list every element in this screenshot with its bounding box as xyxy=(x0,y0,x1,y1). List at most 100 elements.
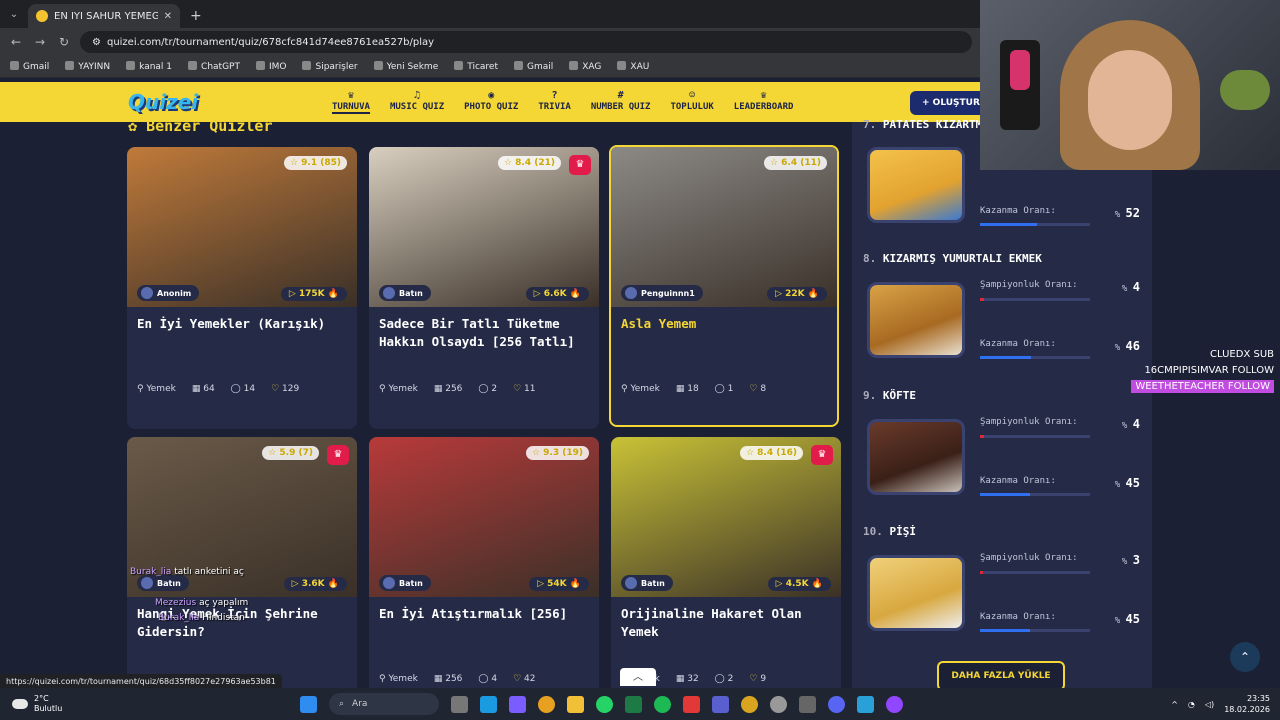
bookmark-item[interactable]: XAU xyxy=(617,61,649,72)
chrome-alt-icon[interactable] xyxy=(741,695,758,713)
create-button[interactable]: + OLUŞTUR xyxy=(910,91,980,115)
reload-icon[interactable]: ↻ xyxy=(56,35,72,49)
bookmark-item[interactable]: Ticaret xyxy=(454,61,498,72)
teams-icon[interactable] xyxy=(712,695,729,713)
fire-icon: 🔥 xyxy=(569,289,581,299)
spotify-icon[interactable] xyxy=(654,695,671,713)
quiz-title[interactable]: Asla Yemem xyxy=(611,307,837,377)
tab-list-icon[interactable]: ⌄ xyxy=(0,0,28,28)
folder-icon[interactable] xyxy=(567,695,584,713)
nav-item[interactable]: # NUMBER QUIZ xyxy=(581,90,661,114)
load-more-button[interactable]: DAHA FAZLA YÜKLE xyxy=(937,661,1065,691)
forward-icon[interactable]: → xyxy=(32,35,48,49)
twitch-icon[interactable] xyxy=(886,695,903,713)
crown-icon: ♛ xyxy=(327,445,349,465)
taskbar-search[interactable]: ⌕ Ara xyxy=(329,693,439,715)
nav-item[interactable]: ☺ TOPLULUK xyxy=(660,90,723,114)
bookmark-item[interactable]: Siparişler xyxy=(302,61,358,72)
new-tab-icon[interactable]: + xyxy=(180,4,212,28)
likes-count[interactable]: ♡ 11 xyxy=(513,384,535,394)
chrome-icon[interactable] xyxy=(538,695,555,713)
win-rate-label: Kazanma Oranı: xyxy=(980,476,1056,486)
items-value: 64 xyxy=(203,384,215,394)
url-field[interactable]: ⚙ quizei.com/tr/tournament/quiz/678cfc84… xyxy=(80,31,972,53)
bookmark-item[interactable]: Gmail xyxy=(514,61,553,72)
site-logo[interactable]: Quizei xyxy=(128,90,198,114)
bookmark-item[interactable]: XAG xyxy=(569,61,601,72)
quiz-card[interactable]: ☆ 8.4 (21) ♛ Batın ▷ 6.6K 🔥 Sadece Bir Tatlı… xyxy=(369,147,599,429)
likes-count[interactable]: ♡ 8 xyxy=(749,384,766,394)
edge-icon[interactable] xyxy=(480,695,497,713)
browser-tab[interactable]: EN İYİ SAHUR YEMEĞİ - Tier Lis ✕ xyxy=(28,4,180,28)
scroll-to-top-button[interactable]: ⌃ xyxy=(1230,642,1260,672)
quiz-card[interactable]: ☆ 8.4 (16) ♛ Batın ▷ 4.5K 🔥 Orijinaline Haka… xyxy=(611,437,841,697)
site-info-icon[interactable]: ⚙ xyxy=(92,37,101,48)
nav-item[interactable]: ♫ MUSIC QUIZ xyxy=(380,90,454,114)
nav-item[interactable]: ? TRIVIA xyxy=(528,90,581,114)
likes-value: 8 xyxy=(760,384,767,394)
settings-icon[interactable] xyxy=(799,695,816,713)
windows-start-icon[interactable] xyxy=(300,695,317,713)
author-badge[interactable]: Batın xyxy=(379,285,431,301)
quiz-card[interactable]: ☆ 9.3 (19) Batın ▷ 54K 🔥 En İyi Atıştırmalı… xyxy=(369,437,599,697)
tray-chevron-icon[interactable]: ^ xyxy=(1171,700,1178,709)
copilot-icon[interactable] xyxy=(509,695,526,713)
likes-count[interactable]: ♡ 42 xyxy=(513,674,535,684)
discord-icon[interactable] xyxy=(828,695,845,713)
bookmark-item[interactable]: YAYINN xyxy=(65,61,110,72)
heart-icon: ♡ xyxy=(513,674,522,684)
telegram-icon[interactable] xyxy=(857,695,874,713)
likes-count[interactable]: ♡ 129 xyxy=(271,384,299,394)
task-view-icon[interactable] xyxy=(451,695,468,713)
whatsapp-icon[interactable] xyxy=(596,695,613,713)
quiz-title[interactable]: Orijinaline Hakaret Olan Yemek xyxy=(611,597,841,667)
bookmark-item[interactable]: Gmail xyxy=(10,61,49,72)
author-badge[interactable]: Anonim xyxy=(137,285,200,301)
nav-item[interactable]: ♛ LEADERBOARD xyxy=(724,90,804,114)
rating-votes: (7) xyxy=(298,448,314,458)
nav-icon: ☺ xyxy=(689,90,696,101)
quiz-card[interactable]: ☆ 9.1 (85) Anonim ▷ 175K 🔥 En İyi Yemekler … xyxy=(127,147,357,429)
bookmark-item[interactable]: IMO xyxy=(255,61,286,72)
rank-title: 10. PİŞİ xyxy=(863,525,916,538)
win-rate-bar xyxy=(980,629,1090,632)
excel-icon[interactable] xyxy=(625,695,642,713)
chevron-up-icon[interactable]: ︿ xyxy=(620,668,656,686)
weather-widget[interactable]: 2°C Bulutlu xyxy=(0,694,300,714)
back-icon[interactable]: ← xyxy=(8,35,24,49)
likes-count[interactable]: ♡ 9 xyxy=(749,674,766,684)
author-badge[interactable]: Penguinnn1 xyxy=(621,285,703,301)
win-rate-label: Kazanma Oranı: xyxy=(980,339,1056,349)
comment-icon: ◯ xyxy=(478,384,489,394)
quiz-title[interactable]: En İyi Yemekler (Karışık) xyxy=(127,307,357,377)
author-name: Batın xyxy=(399,578,423,588)
quiz-card[interactable]: ☆ 6.4 (11) Penguinnn1 ▷ 22K 🔥 Asla Yemem ⚲ Y… xyxy=(609,145,839,427)
bookmark-item[interactable]: Yeni Sekme xyxy=(373,61,438,72)
network-icon[interactable]: ◔ xyxy=(1188,700,1195,709)
grid-icon: ▦ xyxy=(675,674,685,684)
nav-item[interactable]: ◉ PHOTO QUIZ xyxy=(454,90,528,114)
quiz-title[interactable]: Sadece Bir Tatlı Tüketme Hakkın Olsaydı … xyxy=(369,307,599,377)
author-badge[interactable]: Batın xyxy=(621,575,673,591)
windows-taskbar: 2°C Bulutlu ⌕ Ara ^ ◔ ◁) 23:35 18.02.2026 xyxy=(0,688,1280,720)
items-value: 18 xyxy=(687,384,699,394)
obs-icon[interactable] xyxy=(770,695,787,713)
author-badge[interactable]: Batın xyxy=(379,575,431,591)
clock[interactable]: 23:35 18.02.2026 xyxy=(1224,693,1270,715)
champ-rate-value: 4 xyxy=(1132,280,1140,294)
bookmark-item[interactable]: ChatGPT xyxy=(188,61,240,72)
volume-icon[interactable]: ◁) xyxy=(1205,700,1214,709)
app-icon[interactable] xyxy=(683,695,700,713)
browser-tabbar: ⌄ EN İYİ SAHUR YEMEĞİ - Tier Lis ✕ + xyxy=(0,0,980,28)
nav-item[interactable]: ♛ TURNUVA xyxy=(322,90,380,114)
chat-msg: Hindistan xyxy=(202,613,245,623)
bookmark-item[interactable]: kanal 1 xyxy=(126,61,172,72)
comments-value: 2 xyxy=(727,674,734,684)
quiz-title[interactable]: En İyi Atıştırmalık [256] xyxy=(369,597,599,667)
streamer-face xyxy=(1088,50,1172,150)
close-tab-icon[interactable]: ✕ xyxy=(164,11,172,22)
author-badge[interactable]: Batın xyxy=(137,575,189,591)
taskbar-apps: ⌕ Ara xyxy=(300,693,903,715)
quiz-meta: ⚲ Yemek ▦ 64 ◯ 14 ♡ 129 xyxy=(127,377,357,401)
win-rate-label: Kazanma Oranı: xyxy=(980,206,1056,216)
